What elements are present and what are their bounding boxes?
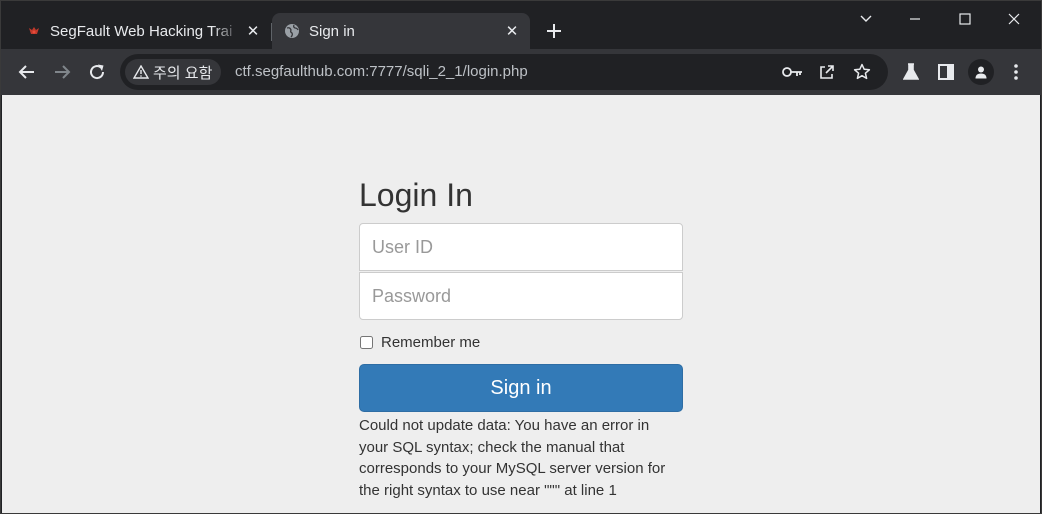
user-id-input[interactable] <box>359 223 683 271</box>
back-arrow-icon[interactable] <box>13 58 41 86</box>
new-tab-button[interactable] <box>542 19 566 43</box>
sql-error-message: Could not update data: You have an error… <box>359 415 683 501</box>
error-line: your SQL syntax; check the manual that <box>359 438 625 456</box>
security-chip[interactable]: 주의 요함 <box>125 59 222 85</box>
close-tab-icon[interactable]: ✕ <box>241 19 265 43</box>
error-line: the right syntax to use near """ at line… <box>359 481 617 499</box>
minimize-icon[interactable] <box>901 7 929 31</box>
bookmark-star-icon[interactable] <box>849 59 875 85</box>
tab-strip: SegFault Web Hacking Trai ✕ Sign in ✕ <box>1 1 1041 49</box>
error-line: corresponds to your MySQL server version… <box>359 460 666 477</box>
page-content: Login In Remember me Sign in Could not u… <box>2 95 1040 513</box>
tab-title: SegFault Web Hacking Trai <box>50 22 233 40</box>
warning-icon <box>133 65 149 79</box>
tab-search-icon[interactable] <box>852 7 880 31</box>
globe-icon <box>284 23 300 39</box>
labs-flask-icon[interactable] <box>897 58 925 86</box>
url-text[interactable]: ctf.segfaulthub.com:7777/sqli_2_1/login.… <box>235 63 528 80</box>
close-tab-icon[interactable]: ✕ <box>500 19 524 43</box>
tab-title: Sign in <box>309 22 355 40</box>
address-bar[interactable]: 주의 요함 ctf.segfaulthub.com:7777/sqli_2_1/… <box>120 54 888 90</box>
sign-in-button[interactable]: Sign in <box>359 364 683 412</box>
reload-icon[interactable] <box>83 58 111 86</box>
key-icon[interactable] <box>780 59 806 85</box>
share-icon[interactable] <box>814 59 840 85</box>
remember-me[interactable]: Remember me <box>359 333 683 351</box>
maximize-icon[interactable] <box>951 7 979 31</box>
security-chip-label: 주의 요함 <box>153 64 213 82</box>
side-panel-icon[interactable] <box>932 58 960 86</box>
error-line: Could not update data: You have an error… <box>359 417 650 434</box>
login-form: Login In Remember me Sign in Could not u… <box>359 175 683 501</box>
password-input[interactable] <box>359 272 683 320</box>
remember-me-label: Remember me <box>381 333 481 351</box>
browser-window: SegFault Web Hacking Trai ✕ Sign in ✕ 주의… <box>0 0 1042 514</box>
profile-avatar-icon[interactable] <box>968 59 994 85</box>
tab-sign-in[interactable]: Sign in ✕ <box>272 13 530 49</box>
tab-segfault[interactable]: SegFault Web Hacking Trai ✕ <box>11 13 271 49</box>
menu-kebab-icon[interactable] <box>1002 58 1030 86</box>
form-heading: Login In <box>359 177 473 213</box>
browser-toolbar: 주의 요함 ctf.segfaulthub.com:7777/sqli_2_1/… <box>1 49 1041 95</box>
remember-me-checkbox[interactable] <box>360 335 373 349</box>
segfault-favicon <box>27 24 41 38</box>
close-window-icon[interactable] <box>1000 7 1028 31</box>
forward-arrow-icon[interactable] <box>48 58 76 86</box>
